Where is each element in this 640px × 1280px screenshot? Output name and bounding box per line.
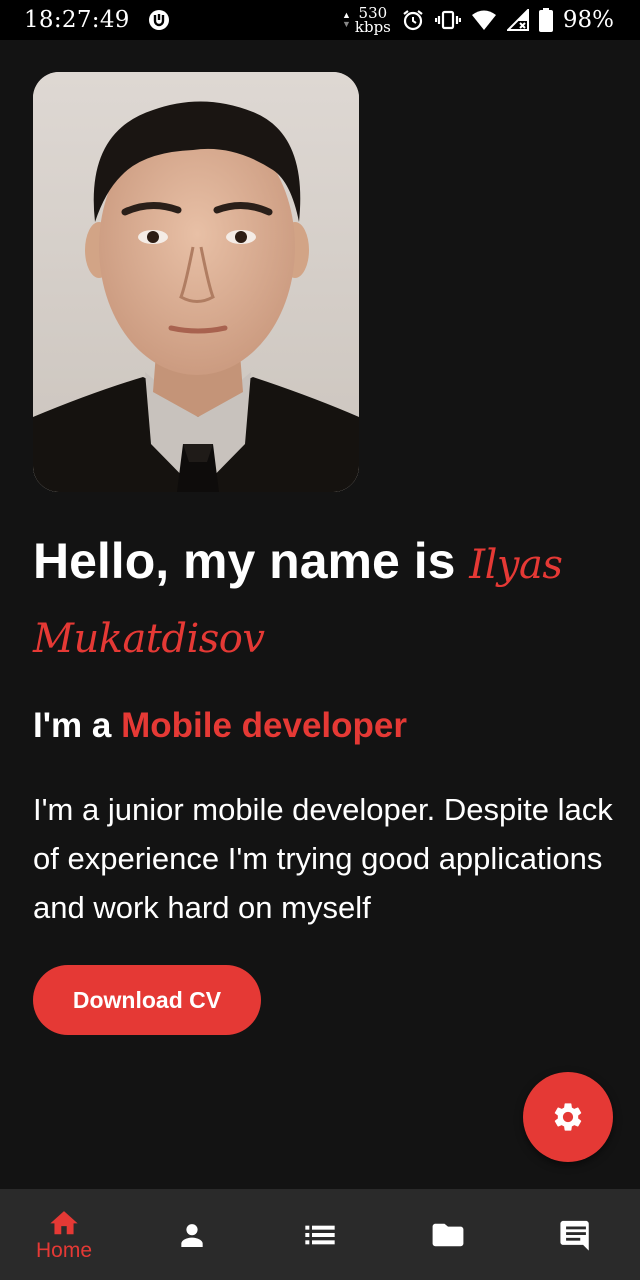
battery-icon [538,8,553,32]
bottom-navigation: Home [0,1189,640,1280]
nav-item-skills[interactable] [256,1189,384,1280]
message-icon [559,1218,593,1252]
data-arrows-icon: ▲ ▼ [341,10,351,29]
vibrate-icon [434,8,461,32]
status-time: 18:27:49 [24,7,130,33]
nav-item-contact[interactable] [512,1189,640,1280]
person-icon [176,1219,208,1251]
download-cv-button[interactable]: Download CV [33,965,261,1035]
greeting-text: Hello, my name is [33,533,470,589]
role-title: Mobile developer [121,706,407,745]
network-speed: ▲ ▼ 530 kbps [341,6,391,36]
settings-fab[interactable] [523,1072,613,1162]
app-screen: 18:27:49 ▲ ▼ 530 kbps 98% Hello, my name… [0,0,640,1280]
nav-label-home: Home [35,1238,93,1262]
battery-percentage: 98% [562,7,614,33]
folder-icon [431,1221,465,1249]
nav-item-projects[interactable] [384,1189,512,1280]
role-prefix: I'm a [33,706,122,745]
list-icon [304,1221,336,1249]
network-speed-unit: kbps [354,18,391,36]
status-bar: 18:27:49 ▲ ▼ 530 kbps 98% [0,0,640,40]
alarm-icon [401,8,425,32]
notification-app-icon [148,9,170,31]
role-line: I'm a Mobile developer [33,704,407,748]
bio-text: I'm a junior mobile developer. Despite l… [33,792,613,925]
nav-item-home[interactable]: Home [0,1189,128,1280]
gear-icon [551,1100,585,1134]
wifi-icon [471,9,497,31]
nav-item-about[interactable] [128,1189,256,1280]
cell-signal-icon [506,9,529,31]
home-icon [47,1207,81,1237]
greeting-headline: Hello, my name is Ilyas Mukatdisov [33,526,613,674]
profile-photo [33,72,359,492]
